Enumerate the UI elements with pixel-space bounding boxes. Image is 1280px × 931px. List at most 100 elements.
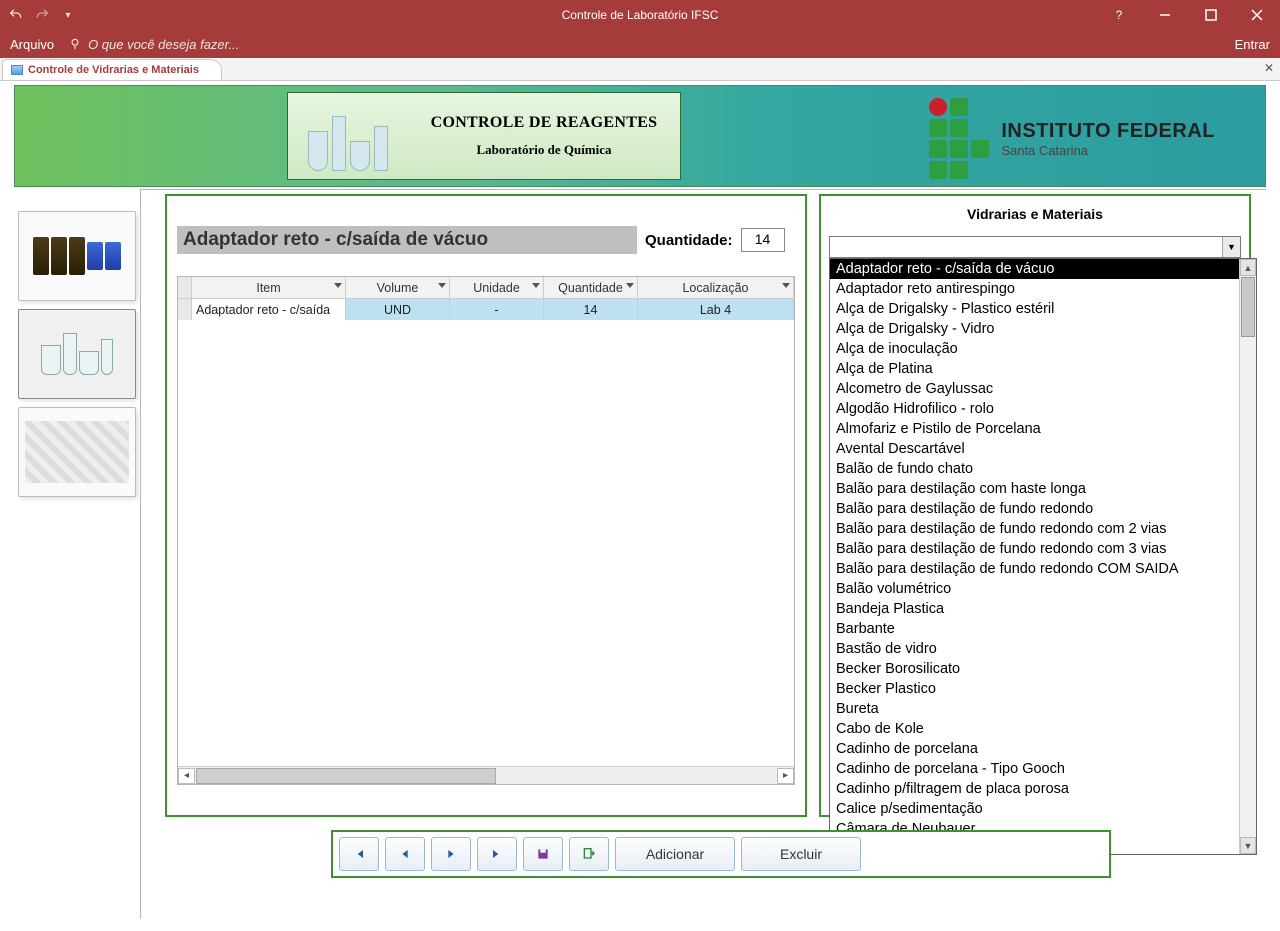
list-item[interactable]: Balão para destilação de fundo redondo c… bbox=[830, 519, 1239, 539]
delete-button[interactable]: Excluir bbox=[741, 837, 861, 871]
scroll-thumb[interactable] bbox=[1241, 277, 1255, 337]
col-volume[interactable]: Volume bbox=[346, 277, 450, 298]
row-selector[interactable] bbox=[178, 299, 192, 320]
list-item[interactable]: Algodão Hidrofilico - rolo bbox=[830, 399, 1239, 419]
list-item[interactable]: Alça de inoculação bbox=[830, 339, 1239, 359]
close-button[interactable] bbox=[1234, 0, 1280, 30]
cell-quantidade[interactable]: 14 bbox=[544, 299, 638, 320]
maximize-button[interactable] bbox=[1188, 0, 1234, 30]
export-button[interactable] bbox=[569, 837, 609, 871]
list-item[interactable]: Becker Borosilicato bbox=[830, 659, 1239, 679]
nav-last-button[interactable] bbox=[477, 837, 517, 871]
list-item[interactable]: Becker Plastico bbox=[830, 679, 1239, 699]
list-item[interactable]: Balão de fundo chato bbox=[830, 459, 1239, 479]
undo-icon[interactable] bbox=[8, 7, 24, 23]
form-frame: Adaptador reto - c/saída de vácuo Quanti… bbox=[140, 189, 1266, 919]
nav-next-button[interactable] bbox=[431, 837, 471, 871]
tell-me-search[interactable]: O que você deseja fazer... bbox=[68, 37, 239, 52]
grid-body: Adaptador reto - c/saída UND - 14 Lab 4 bbox=[178, 299, 794, 766]
workspace: CONTROLE DE REAGENTES Laboratório de Quí… bbox=[0, 81, 1280, 931]
cell-volume[interactable]: UND bbox=[346, 299, 450, 320]
chevron-down-icon[interactable] bbox=[782, 283, 790, 288]
grid-select-all[interactable] bbox=[178, 277, 192, 298]
grid-hscrollbar[interactable]: ◂ ▸ bbox=[178, 766, 794, 784]
document-tab-close[interactable]: ✕ bbox=[1264, 61, 1274, 75]
dropdown-listbox[interactable]: Adaptador reto - c/saída de vácuoAdaptad… bbox=[830, 259, 1239, 854]
save-record-button[interactable] bbox=[523, 837, 563, 871]
quantity-value[interactable]: 14 bbox=[741, 228, 785, 252]
list-item[interactable]: Balão para destilação de fundo redondo bbox=[830, 499, 1239, 519]
add-button[interactable]: Adicionar bbox=[615, 837, 735, 871]
banner-subtitle: Laboratório de Química bbox=[408, 142, 680, 158]
list-item[interactable]: Barbante bbox=[830, 619, 1239, 639]
chevron-down-icon[interactable] bbox=[438, 283, 446, 288]
scroll-track[interactable] bbox=[196, 768, 776, 784]
scroll-right-button[interactable]: ▸ bbox=[777, 768, 794, 784]
banner: CONTROLE DE REAGENTES Laboratório de Quí… bbox=[14, 85, 1266, 187]
col-local[interactable]: Localização bbox=[638, 277, 794, 298]
redo-icon[interactable] bbox=[34, 7, 50, 23]
quantity-label: Quantidade: bbox=[645, 232, 733, 249]
chevron-down-icon[interactable] bbox=[334, 283, 342, 288]
list-item[interactable]: Bastão de vidro bbox=[830, 639, 1239, 659]
minimize-button[interactable] bbox=[1142, 0, 1188, 30]
menubar: Arquivo O que você deseja fazer... Entra… bbox=[0, 30, 1280, 58]
banner-title-block: CONTROLE DE REAGENTES Laboratório de Quí… bbox=[287, 92, 681, 180]
scroll-up-button[interactable]: ▲ bbox=[1240, 259, 1256, 276]
list-item[interactable]: Adaptador reto antirespingo bbox=[830, 279, 1239, 299]
list-item[interactable]: Avental Descartável bbox=[830, 439, 1239, 459]
list-item[interactable]: Balão para destilação de fundo redondo C… bbox=[830, 559, 1239, 579]
list-panel: Vidrarias e Materiais ▼ Adaptador reto -… bbox=[819, 194, 1251, 817]
nav-first-button[interactable] bbox=[339, 837, 379, 871]
list-item[interactable]: Cadinho de porcelana bbox=[830, 739, 1239, 759]
col-item[interactable]: Item bbox=[192, 277, 346, 298]
login-link[interactable]: Entrar bbox=[1235, 37, 1270, 52]
qat-customize-icon[interactable]: ▾ bbox=[60, 7, 76, 23]
cell-unidade[interactable]: - bbox=[450, 299, 544, 320]
equipment-icon bbox=[25, 421, 129, 483]
lightbulb-icon bbox=[68, 37, 82, 51]
list-item[interactable]: Alça de Platina bbox=[830, 359, 1239, 379]
material-dropdown-list: Adaptador reto - c/saída de vácuoAdaptad… bbox=[829, 258, 1257, 855]
list-item[interactable]: Alça de Drigalsky - Vidro bbox=[830, 319, 1239, 339]
list-item[interactable]: Almofariz e Pistilo de Porcelana bbox=[830, 419, 1239, 439]
table-row[interactable]: Adaptador reto - c/saída UND - 14 Lab 4 bbox=[178, 299, 794, 320]
chevron-down-icon[interactable] bbox=[626, 283, 634, 288]
list-item[interactable]: Alcometro de Gaylussac bbox=[830, 379, 1239, 399]
grid-header: Item Volume Unidade Quantidade Localizaç… bbox=[178, 277, 794, 299]
category-equipment-button[interactable] bbox=[18, 407, 136, 497]
current-item-title: Adaptador reto - c/saída de vácuo bbox=[177, 226, 637, 254]
cell-local[interactable]: Lab 4 bbox=[638, 299, 794, 320]
combo-dropdown-button[interactable]: ▼ bbox=[1222, 237, 1240, 257]
list-item[interactable]: Alça de Drigalsky - Plastico estéril bbox=[830, 299, 1239, 319]
category-reagents-button[interactable] bbox=[18, 211, 136, 301]
material-search-input[interactable] bbox=[830, 237, 1222, 257]
ifsc-logo-icon bbox=[929, 98, 989, 179]
list-item[interactable]: Balão volumétrico bbox=[830, 579, 1239, 599]
list-item[interactable]: Balão para destilação com haste longa bbox=[830, 479, 1239, 499]
list-item[interactable]: Calice p/sedimentação bbox=[830, 799, 1239, 819]
list-item[interactable]: Balão para destilação de fundo redondo c… bbox=[830, 539, 1239, 559]
window-title: Controle de Laboratório IFSC bbox=[562, 8, 719, 22]
document-tab[interactable]: Controle de Vidrarias e Materiais bbox=[2, 59, 222, 80]
scroll-thumb[interactable] bbox=[196, 768, 496, 784]
col-quantidade[interactable]: Quantidade bbox=[544, 277, 638, 298]
scroll-left-button[interactable]: ◂ bbox=[178, 768, 195, 784]
col-unidade[interactable]: Unidade bbox=[450, 277, 544, 298]
menu-file[interactable]: Arquivo bbox=[10, 37, 54, 52]
material-search-combo[interactable]: ▼ bbox=[829, 236, 1241, 258]
help-button[interactable]: ? bbox=[1096, 0, 1142, 30]
list-item[interactable]: Adaptador reto - c/saída de vácuo bbox=[830, 259, 1239, 279]
category-glassware-button[interactable] bbox=[18, 309, 136, 399]
scroll-down-button[interactable]: ▼ bbox=[1240, 837, 1256, 854]
list-item[interactable]: Cabo de Kole bbox=[830, 719, 1239, 739]
list-item[interactable]: Cadinho p/filtragem de placa porosa bbox=[830, 779, 1239, 799]
cell-item[interactable]: Adaptador reto - c/saída bbox=[192, 299, 346, 320]
chevron-down-icon[interactable] bbox=[532, 283, 540, 288]
record-navbar: Adicionar Excluir bbox=[331, 830, 1111, 878]
list-item[interactable]: Bandeja Plastica bbox=[830, 599, 1239, 619]
dropdown-scrollbar[interactable]: ▲ ▼ bbox=[1239, 259, 1256, 854]
list-item[interactable]: Bureta bbox=[830, 699, 1239, 719]
list-item[interactable]: Cadinho de porcelana - Tipo Gooch bbox=[830, 759, 1239, 779]
nav-prev-button[interactable] bbox=[385, 837, 425, 871]
